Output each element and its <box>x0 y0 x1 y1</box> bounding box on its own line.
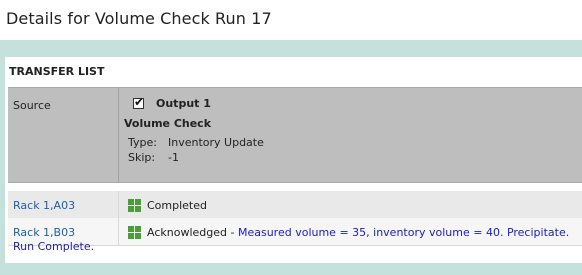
skip-value: -1 <box>168 151 179 164</box>
panel-title: TRANSFER LIST <box>9 65 105 78</box>
output-checkbox[interactable]: ✔ <box>133 95 145 109</box>
status-label: Completed <box>147 199 207 212</box>
transfer-list-panel: TRANSFER LIST Source ✔ Output 1 Volume C… <box>5 57 582 263</box>
status-text: Completed <box>147 199 207 212</box>
column-divider <box>118 218 119 245</box>
table-row: Rack 1,A03 Completed <box>8 191 582 219</box>
status-label: Acknowledged <box>147 226 227 239</box>
page-title: Details for Volume Check Run 17 <box>6 9 272 28</box>
run-complete-message: Run Complete. <box>13 240 95 253</box>
source-link[interactable]: Rack 1,B03 <box>13 226 75 239</box>
type-value: Inventory Update <box>168 136 264 149</box>
status-separator: - <box>227 226 238 239</box>
output-label: Output 1 <box>156 97 211 110</box>
green-grid-icon <box>128 199 141 212</box>
transfer-header-row: Source ✔ Output 1 Volume Check Type: Inv… <box>8 87 582 183</box>
source-link[interactable]: Rack 1,A03 <box>13 199 75 212</box>
type-label: Type: <box>128 136 157 149</box>
green-grid-icon <box>128 226 141 239</box>
skip-label: Skip: <box>128 151 156 164</box>
column-divider <box>118 191 119 218</box>
status-comment: Measured volume = 35, inventory volume =… <box>237 226 570 239</box>
source-column-header: Source <box>13 99 51 112</box>
column-divider <box>118 88 119 182</box>
checkmark-icon: ✔ <box>134 95 145 109</box>
status-text: Acknowledged - Measured volume = 35, inv… <box>147 226 569 239</box>
step-name: Volume Check <box>124 117 212 130</box>
outer-frame: TRANSFER LIST Source ✔ Output 1 Volume C… <box>0 40 582 275</box>
